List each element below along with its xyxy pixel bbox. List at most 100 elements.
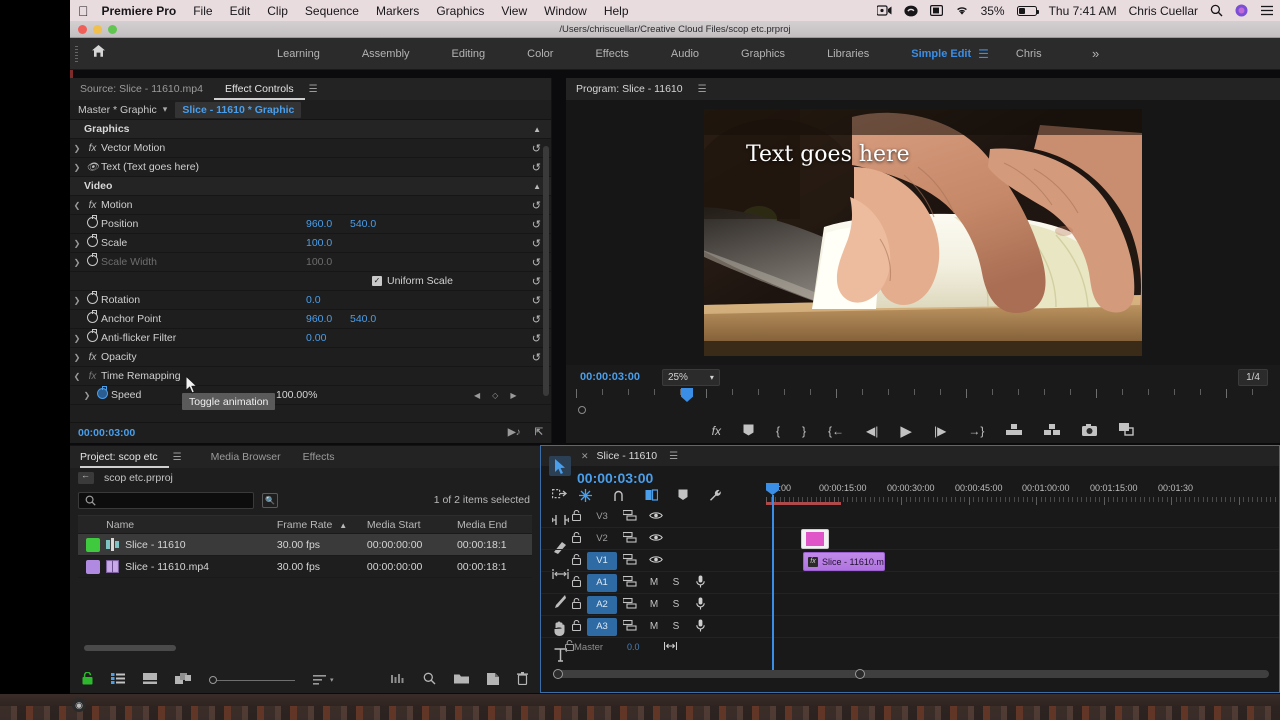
workspace-tab-graphics[interactable]: Graphics xyxy=(720,48,806,60)
property-row-scale-width[interactable]: ❯ Scale Width 100.0 ↺ xyxy=(70,253,551,272)
reset-icon[interactable]: ↺ xyxy=(532,199,541,212)
reset-icon[interactable]: ↺ xyxy=(532,142,541,155)
workspace-tab-simple-edit[interactable]: Simple Edit xyxy=(890,48,992,60)
go-to-in-icon[interactable]: {← xyxy=(828,424,844,438)
track-height-icon[interactable] xyxy=(663,638,677,656)
stopwatch-icon[interactable] xyxy=(94,386,111,402)
track-row-a2[interactable]: A2 M S xyxy=(541,594,1279,616)
timeline-menu-icon[interactable]: ☰ xyxy=(669,451,678,462)
color-swatch[interactable] xyxy=(86,537,100,552)
reset-icon[interactable]: ↺ xyxy=(532,294,541,307)
tab-effects[interactable]: Effects xyxy=(292,446,346,468)
timeline-clip-video[interactable]: fx Slice - 11610.m xyxy=(803,552,885,571)
effect-group-graphics[interactable]: Graphics ▲ xyxy=(70,120,551,139)
column-header-media-start[interactable]: Media Start xyxy=(367,519,457,531)
property-row-rotation[interactable]: ❯ Rotation 0.0 ↺ xyxy=(70,291,551,310)
zoom-handle-right[interactable] xyxy=(855,668,865,679)
property-row-anti-flicker-filter[interactable]: ❯ Anti-flicker Filter 0.00 ↺ xyxy=(70,329,551,348)
reset-icon[interactable]: ↺ xyxy=(532,218,541,231)
anti-flicker-value[interactable]: 0.00 xyxy=(306,332,326,344)
track-name-a3[interactable]: A3 xyxy=(587,617,617,636)
effect-row-time-remapping[interactable]: ❮ fx Time Remapping xyxy=(70,367,551,386)
next-keyframe-icon[interactable]: ▶ xyxy=(510,391,516,400)
track-row-a3[interactable]: A3 M S xyxy=(541,616,1279,638)
timeline-time-ruler[interactable]: :00:00 00:00:15:00 00:00:30:00 00:00:45:… xyxy=(766,468,1279,506)
stopwatch-icon[interactable] xyxy=(84,253,101,269)
effect-controls-menu-icon[interactable]: ☰ xyxy=(309,84,318,95)
voice-over-record-icon[interactable] xyxy=(687,575,713,591)
step-forward-icon[interactable]: |▶ xyxy=(934,424,946,438)
twirl-icon[interactable]: ❯ xyxy=(80,391,94,400)
screen-recording-icon[interactable] xyxy=(876,5,892,16)
mark-in-icon[interactable]: { xyxy=(776,424,780,438)
selected-clip-label[interactable]: Slice - 11610 * Graphic xyxy=(175,101,302,118)
chevron-down-icon[interactable]: ▾ xyxy=(163,104,168,115)
anchor-y-value[interactable]: 540.0 xyxy=(350,313,376,325)
program-monitor-menu-icon[interactable]: ☰ xyxy=(698,84,707,95)
linked-selection-icon[interactable] xyxy=(612,489,625,506)
tab-media-browser[interactable]: Media Browser xyxy=(200,446,292,468)
dock-icons-strip[interactable] xyxy=(0,706,1280,720)
creative-cloud-badge-icon[interactable]: ◉ xyxy=(72,698,86,712)
battery-icon[interactable] xyxy=(1016,5,1040,16)
wifi-icon[interactable] xyxy=(955,5,969,16)
track-row-v1[interactable]: V1 fx Slice - 11610.m xyxy=(541,550,1279,572)
solo-track-button[interactable]: S xyxy=(665,577,687,588)
menu-item-view[interactable]: View xyxy=(501,4,527,18)
zoom-scroll-handle-left[interactable] xyxy=(578,406,586,414)
twirl-icon[interactable]: ❯ xyxy=(70,144,84,153)
scale-width-value[interactable]: 100.0 xyxy=(306,256,332,268)
track-row-v2[interactable]: V2 xyxy=(541,528,1279,550)
reset-icon[interactable]: ↺ xyxy=(532,237,541,250)
sync-lock-icon[interactable] xyxy=(617,619,643,634)
column-header-name[interactable]: Name xyxy=(106,519,277,531)
property-row-speed[interactable]: ❯ Speed 100.00% ◀ ◇ ▶ xyxy=(70,386,551,405)
mute-track-button[interactable]: M xyxy=(643,599,665,610)
twirl-icon[interactable]: ❯ xyxy=(70,163,84,172)
sync-lock-icon[interactable] xyxy=(617,531,643,546)
workspace-tab-effects[interactable]: Effects xyxy=(574,48,649,60)
tab-project[interactable]: Project: scop etc xyxy=(80,446,169,468)
add-marker-icon[interactable] xyxy=(743,424,754,439)
snap-in-timeline-icon[interactable] xyxy=(579,489,592,506)
track-name-v2[interactable]: V2 xyxy=(587,530,617,548)
mark-out-icon[interactable]: } xyxy=(802,424,806,438)
menu-item-help[interactable]: Help xyxy=(604,4,629,18)
workspace-tab-chris[interactable]: Chris xyxy=(995,48,1063,60)
table-row[interactable]: Slice - 11610 30.00 fps 00:00:00:00 00:0… xyxy=(78,534,532,556)
user-name-label[interactable]: Chris Cuellar xyxy=(1129,4,1198,18)
timeline-clip-graphic[interactable] xyxy=(801,529,829,549)
extract-icon[interactable] xyxy=(1044,423,1061,439)
reset-icon[interactable]: ↺ xyxy=(532,275,541,288)
marker-display-icon[interactable] xyxy=(645,489,659,506)
lock-track-icon[interactable] xyxy=(565,553,587,568)
project-horizontal-scrollbar[interactable] xyxy=(84,645,176,651)
eye-icon[interactable]: 👁 xyxy=(84,162,101,173)
program-monitor-timecode[interactable]: 00:00:03:00 xyxy=(580,371,640,383)
twirl-icon[interactable]: ❯ xyxy=(70,353,84,362)
effect-row-vector-motion[interactable]: ❯ fx Vector Motion ↺ xyxy=(70,139,551,158)
navigate-up-icon[interactable] xyxy=(78,470,94,484)
freeform-view-icon[interactable] xyxy=(175,673,191,687)
stopwatch-icon[interactable] xyxy=(84,291,101,307)
reset-icon[interactable]: ↺ xyxy=(532,313,541,326)
track-name-a1[interactable]: A1 xyxy=(587,573,617,592)
effect-row-opacity[interactable]: ❯ fx Opacity ↺ xyxy=(70,348,551,367)
effect-row-motion[interactable]: ❮ fx Motion ↺ xyxy=(70,196,551,215)
twirl-icon[interactable]: ❯ xyxy=(70,296,84,305)
reset-icon[interactable]: ↺ xyxy=(532,332,541,345)
track-name-v3[interactable]: V3 xyxy=(587,508,617,526)
delete-icon[interactable] xyxy=(517,672,528,688)
toggle-track-output-eye-icon[interactable] xyxy=(643,555,669,567)
sync-lock-icon[interactable] xyxy=(617,509,643,524)
property-row-uniform-scale[interactable]: ✓ Uniform Scale ↺ xyxy=(70,272,551,291)
step-back-icon[interactable]: ◀| xyxy=(866,424,878,438)
project-panel-menu-icon[interactable]: ☰ xyxy=(173,452,182,463)
tab-program-monitor[interactable]: Program: Slice - 11610 xyxy=(576,78,694,100)
master-clip-label[interactable]: Master * Graphic xyxy=(78,104,157,116)
property-row-scale[interactable]: ❯ Scale 100.0 ↺ xyxy=(70,234,551,253)
scale-value[interactable]: 100.0 xyxy=(306,237,332,249)
sort-icon[interactable]: ▾ xyxy=(313,675,334,685)
tab-source-monitor[interactable]: Source: Slice - 11610.mp4 xyxy=(80,78,214,100)
button-editor-icon[interactable] xyxy=(1119,423,1135,439)
